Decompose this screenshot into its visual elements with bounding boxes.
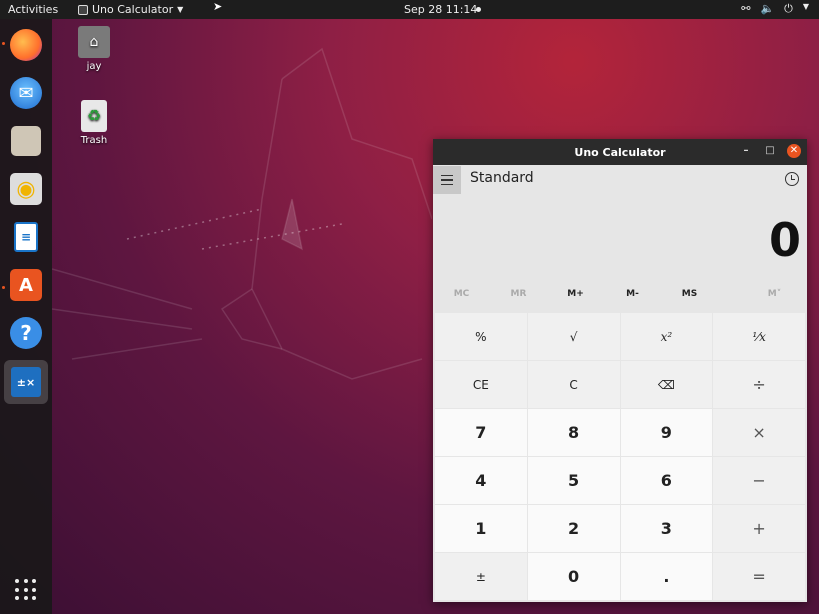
- dock-files[interactable]: [4, 119, 48, 163]
- system-tray[interactable]: ⚯ 🔈 ⏻ ▼: [741, 2, 809, 16]
- memory-row: MC MR M+ M- MS M˅: [433, 289, 807, 305]
- decimal-button[interactable]: .: [620, 553, 713, 600]
- writer-icon: ≡: [14, 222, 38, 252]
- digit-1-button[interactable]: 1: [435, 505, 527, 552]
- calculator-icon: ±×: [11, 367, 41, 397]
- calculator-header: Standard: [433, 165, 807, 195]
- dock: ✉ ◉ ≡ A ? ±×: [0, 19, 52, 614]
- digit-4-button[interactable]: 4: [435, 457, 527, 504]
- files-icon: [11, 126, 41, 156]
- equals-button[interactable]: =: [713, 553, 805, 600]
- window-title: Uno Calculator: [574, 145, 666, 159]
- desktop-home-label: jay: [86, 61, 102, 72]
- digit-2-button[interactable]: 2: [527, 505, 620, 552]
- clear-button[interactable]: C: [527, 361, 620, 408]
- desktop-trash[interactable]: ♻ Trash: [64, 100, 124, 146]
- hamburger-menu-button[interactable]: [433, 166, 461, 194]
- memory-clear-button[interactable]: MC: [433, 289, 490, 305]
- help-icon: ?: [10, 317, 42, 349]
- digit-7-button[interactable]: 7: [435, 409, 527, 456]
- subtract-button[interactable]: −: [713, 457, 805, 504]
- mode-title: Standard: [470, 170, 534, 186]
- rhythmbox-icon: ◉: [10, 173, 42, 205]
- digit-5-button[interactable]: 5: [527, 457, 620, 504]
- window-titlebar[interactable]: Uno Calculator – □ ✕: [433, 139, 807, 165]
- square-button[interactable]: x²: [620, 313, 713, 360]
- dock-help[interactable]: ?: [4, 311, 48, 355]
- mouse-cursor-icon: ➤: [213, 0, 223, 13]
- activities-button[interactable]: Activities: [8, 3, 58, 16]
- reciprocal-button[interactable]: ¹⁄x: [713, 313, 805, 360]
- maximize-button[interactable]: □: [763, 144, 777, 158]
- notification-dot: [476, 7, 481, 12]
- digit-6-button[interactable]: 6: [620, 457, 713, 504]
- digit-8-button[interactable]: 8: [527, 409, 620, 456]
- digit-3-button[interactable]: 3: [620, 505, 713, 552]
- dock-firefox[interactable]: [4, 23, 48, 67]
- history-icon[interactable]: [785, 172, 799, 186]
- chevron-down-icon: ▼: [177, 5, 184, 14]
- software-icon: A: [10, 269, 42, 301]
- dock-rhythmbox[interactable]: ◉: [4, 167, 48, 211]
- minimize-button[interactable]: –: [739, 144, 753, 158]
- network-icon: ⚯: [741, 2, 751, 15]
- show-applications-icon[interactable]: [15, 579, 37, 601]
- clock[interactable]: Sep 28 11:14: [404, 3, 477, 16]
- trash-icon: ♻: [81, 100, 107, 132]
- power-icon: ⏻: [784, 2, 793, 15]
- clear-entry-button[interactable]: CE: [435, 361, 527, 408]
- firefox-icon: [10, 29, 42, 61]
- result-display: 0: [768, 213, 801, 267]
- home-folder-icon: ⌂: [78, 26, 110, 58]
- volume-icon: 🔈: [760, 2, 775, 15]
- backspace-button[interactable]: ⌫: [620, 361, 713, 408]
- top-bar: Activities Uno Calculator ▼ Sep 28 11:14…: [0, 0, 819, 19]
- desktop-trash-label: Trash: [80, 135, 108, 146]
- memory-subtract-button[interactable]: M-: [604, 289, 661, 305]
- add-button[interactable]: +: [713, 505, 805, 552]
- keypad: % √ x² ¹⁄x CE C ⌫ ÷ 7 8 9 × 4 5 6 − 1 2 …: [435, 313, 805, 600]
- dock-software[interactable]: A: [4, 263, 48, 307]
- memory-recall-button[interactable]: MR: [490, 289, 547, 305]
- calculator-window: Uno Calculator – □ ✕ Standard 0 MC MR M+…: [433, 139, 807, 602]
- app-menu[interactable]: Uno Calculator ▼: [78, 3, 183, 16]
- memory-list-button[interactable]: M˅: [750, 289, 807, 305]
- chevron-down-icon: ▼: [802, 2, 809, 11]
- calculator-app-icon: [78, 4, 88, 15]
- square-root-button[interactable]: √: [527, 313, 620, 360]
- desktop-home-folder[interactable]: ⌂ jay: [64, 26, 124, 72]
- close-button[interactable]: ✕: [787, 144, 801, 158]
- digit-9-button[interactable]: 9: [620, 409, 713, 456]
- divide-button[interactable]: ÷: [713, 361, 805, 408]
- dock-writer[interactable]: ≡: [4, 215, 48, 259]
- memory-add-button[interactable]: M+: [547, 289, 604, 305]
- app-menu-label: Uno Calculator: [92, 3, 174, 16]
- thunderbird-icon: ✉: [10, 77, 42, 109]
- memory-store-button[interactable]: MS: [661, 289, 718, 305]
- digit-0-button[interactable]: 0: [527, 553, 620, 600]
- negate-button[interactable]: ±: [435, 553, 527, 600]
- dock-calculator[interactable]: ±×: [4, 360, 48, 404]
- percent-button[interactable]: %: [435, 313, 527, 360]
- dock-thunderbird[interactable]: ✉: [4, 71, 48, 115]
- multiply-button[interactable]: ×: [713, 409, 805, 456]
